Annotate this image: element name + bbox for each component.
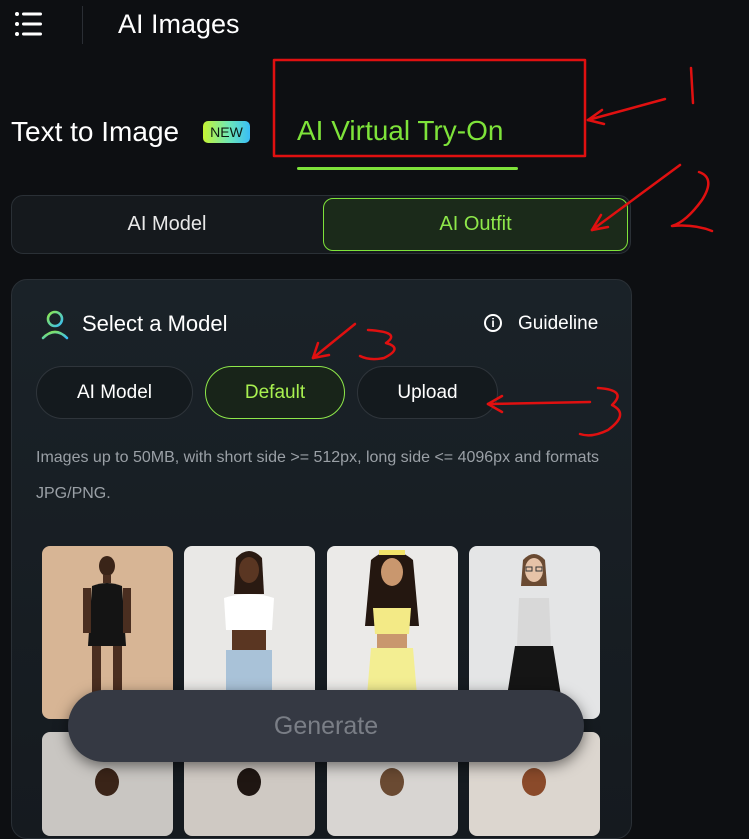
segment-ai-outfit[interactable]: AI Outfit (323, 198, 628, 251)
tab-ai-virtual-try-on[interactable]: AI Virtual Try-On (297, 115, 503, 147)
hamburger-menu-icon[interactable] (14, 10, 44, 38)
active-tab-underline (297, 167, 518, 170)
tab-text-to-image[interactable]: Text to Image (11, 116, 179, 148)
source-default-button[interactable]: Default (205, 366, 345, 419)
page-title: AI Images (118, 9, 240, 39)
person-icon (41, 310, 69, 340)
new-badge: NEW (203, 121, 250, 143)
panel-title: Select a Model (82, 311, 228, 336)
guideline-link[interactable]: Guideline (518, 313, 598, 335)
annotation-arrow (586, 97, 667, 126)
model-outfit-segmented-control: AI Model AI Outfit (11, 195, 631, 254)
header-divider (82, 6, 83, 44)
source-upload-button[interactable]: Upload (357, 366, 498, 419)
info-icon[interactable]: i (484, 314, 502, 332)
segment-ai-model[interactable]: AI Model (14, 198, 320, 251)
source-ai-model-button[interactable]: AI Model (36, 366, 193, 419)
annotation-number-2 (670, 170, 714, 233)
top-bar: AI Images (0, 0, 749, 50)
annotation-number-1 (689, 66, 695, 105)
upload-requirements-text: Images up to 50MB, with short side >= 51… (36, 449, 600, 502)
generate-button[interactable]: Generate (68, 690, 584, 762)
